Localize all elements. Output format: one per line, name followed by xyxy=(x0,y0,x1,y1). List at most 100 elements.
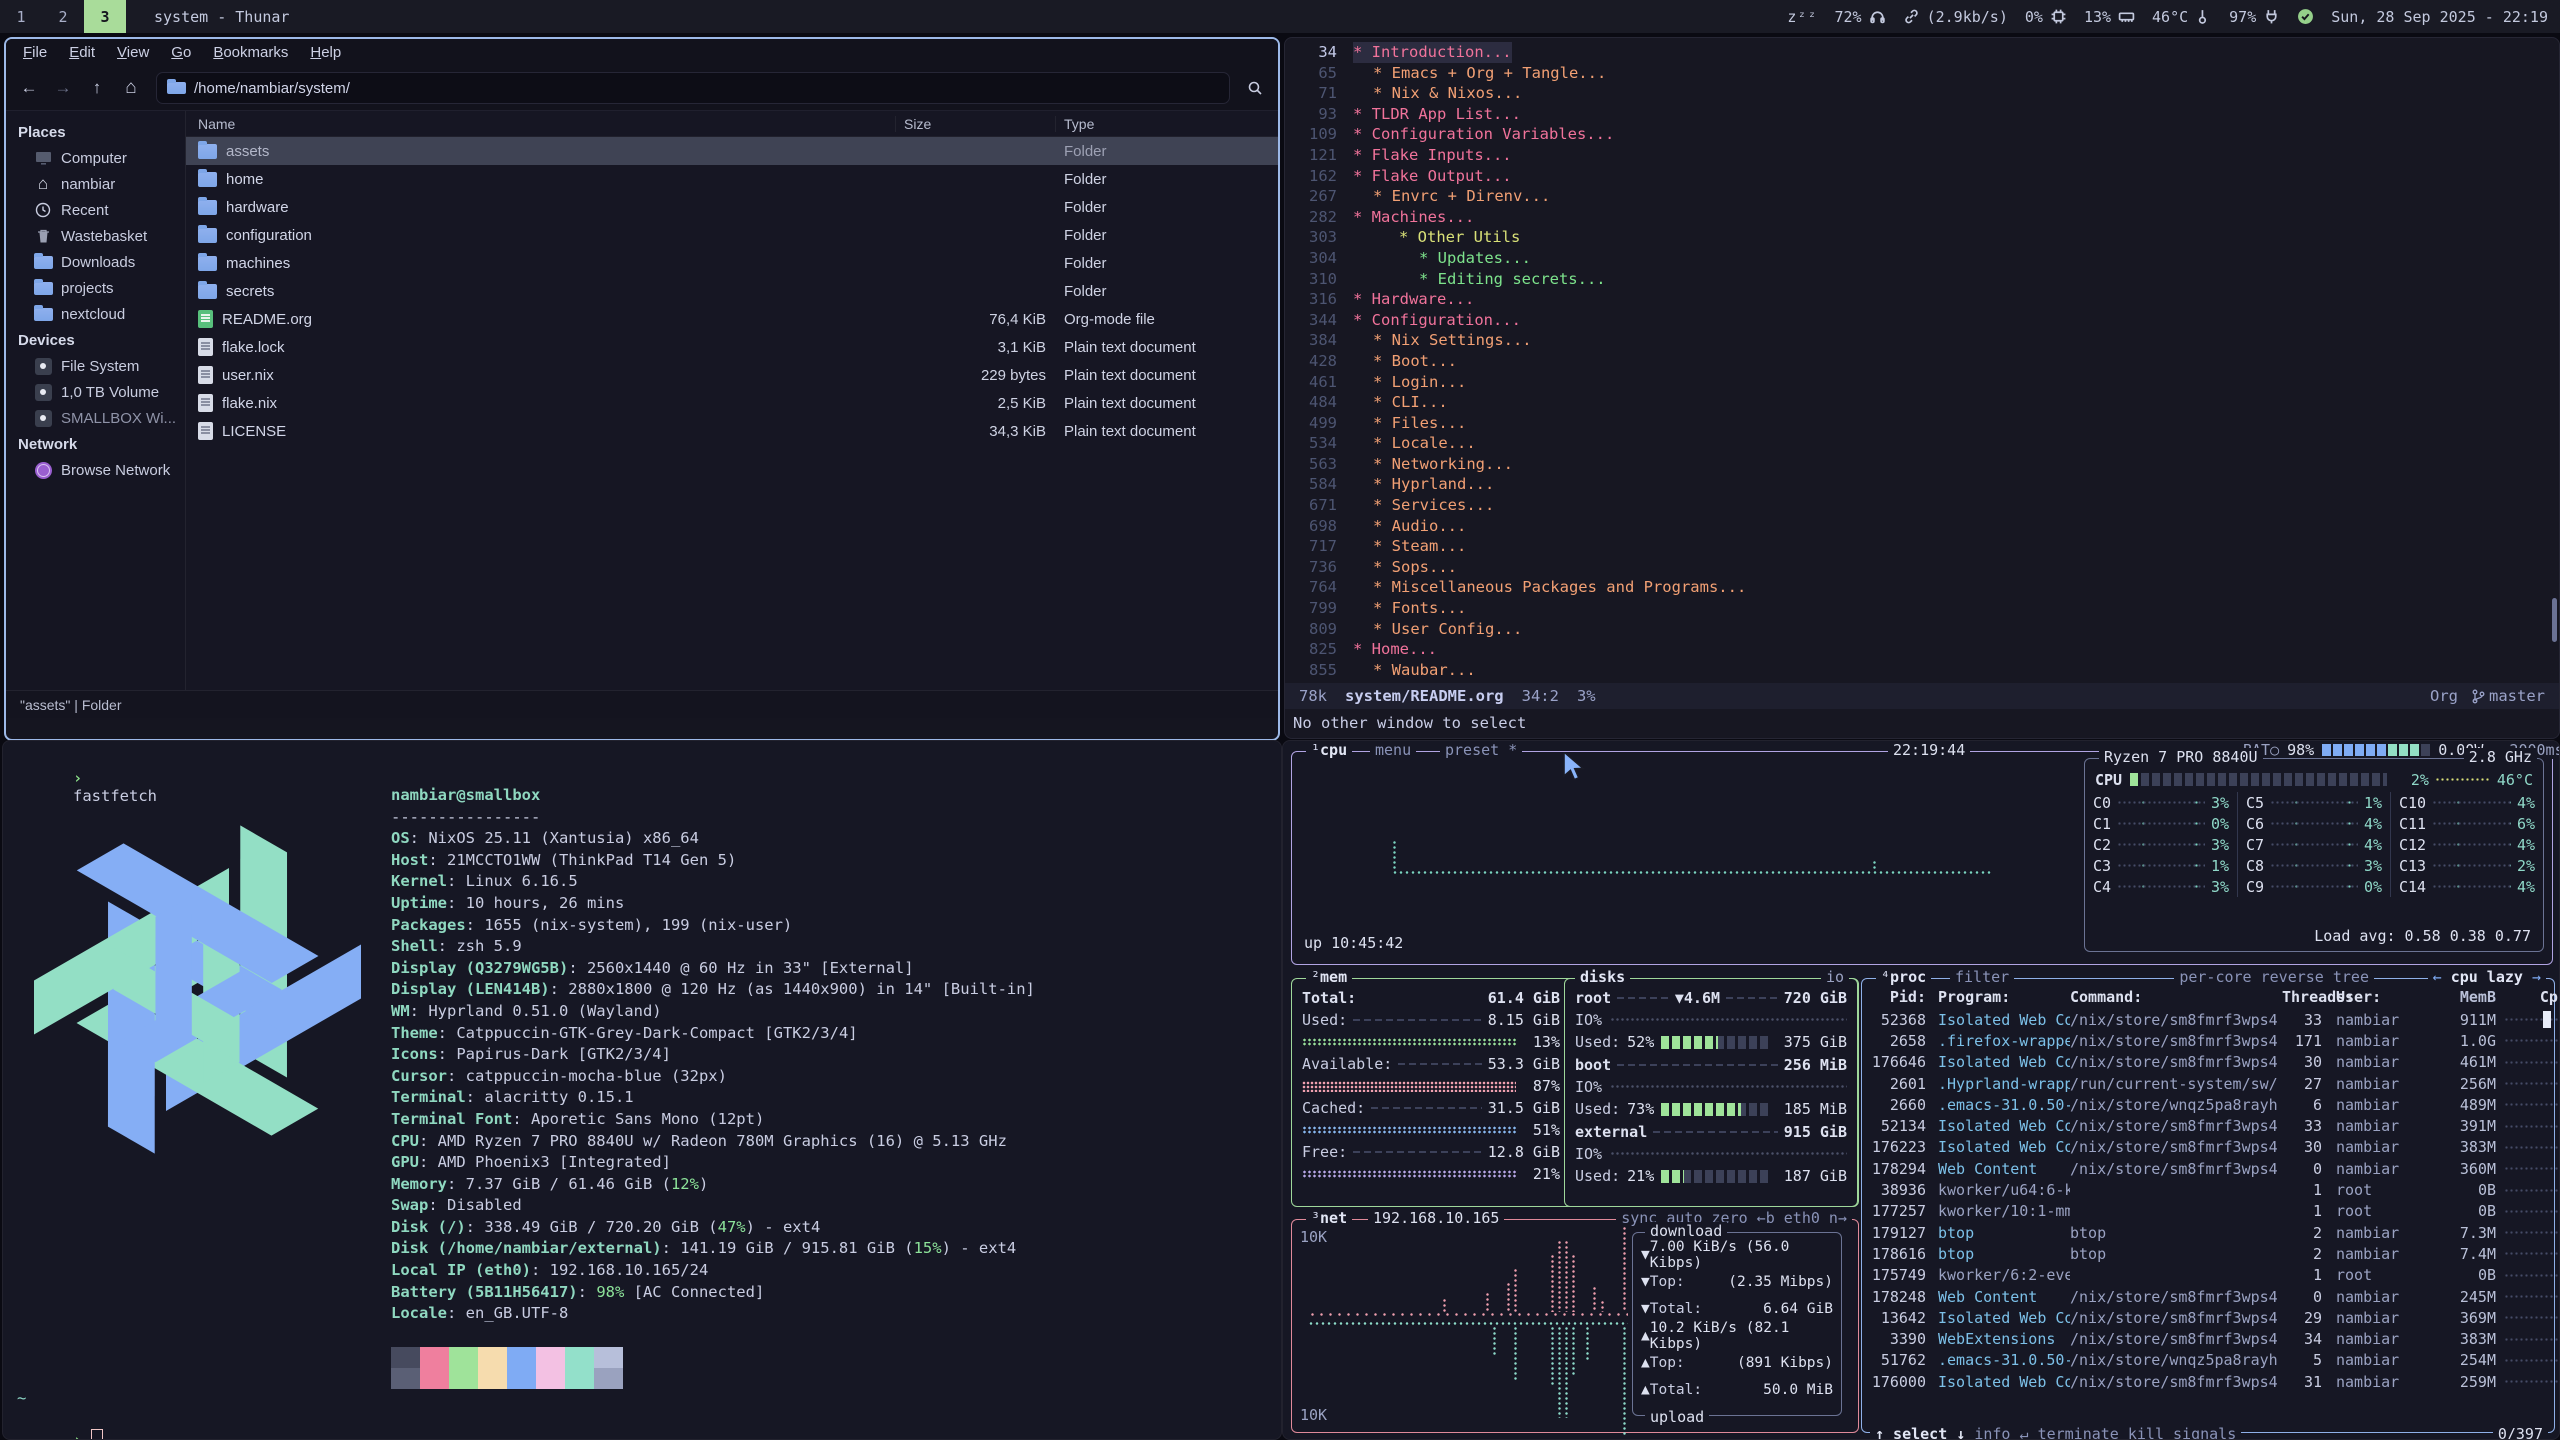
org-heading-line[interactable]: 736* Sops... xyxy=(1285,557,2551,578)
org-heading-line[interactable]: 855* Waubar... xyxy=(1285,660,2551,678)
proc-nav[interactable]: ← cpu lazy → xyxy=(2428,968,2546,986)
file-row[interactable]: LICENSE34,3 KiBPlain text document xyxy=(186,417,1278,445)
sidebar-item-nextcloud[interactable]: nextcloud xyxy=(6,301,185,327)
org-heading-line[interactable]: 717* Steam... xyxy=(1285,536,2551,557)
org-heading-line[interactable]: 34* Introduction... xyxy=(1285,42,2551,63)
file-row[interactable]: user.nix229 bytesPlain text document xyxy=(186,361,1278,389)
menu-edit[interactable]: Edit xyxy=(58,44,106,61)
workspace-3[interactable]: 3 xyxy=(84,0,126,33)
sidebar-item-browse-network[interactable]: Browse Network xyxy=(6,457,185,483)
org-heading-line[interactable]: 671* Services... xyxy=(1285,495,2551,516)
proc-row-3390[interactable]: 3390WebExtensions/nix/store/sm8fmrf3wps4… xyxy=(1862,1328,2554,1349)
proc-row-178616[interactable]: 178616btopbtop2nambiar7.4M0.0 xyxy=(1862,1243,2554,1264)
org-heading-line[interactable]: 316* Hardware... xyxy=(1285,289,2551,310)
workspace-1[interactable]: 1 xyxy=(0,0,42,33)
cpu-preset-button[interactable]: preset * xyxy=(1440,741,1522,759)
proc-row-52368[interactable]: 52368Isolated Web Co/nix/store/sm8fmrf3w… xyxy=(1862,1009,2554,1030)
proc-header-memb[interactable]: MemB xyxy=(2444,988,2496,1006)
file-row[interactable]: machinesFolder xyxy=(186,249,1278,277)
filelist-header[interactable]: NameSizeType xyxy=(186,111,1278,137)
proc-row-2658[interactable]: 2658.firefox-wrappe/nix/store/sm8fmrf3wp… xyxy=(1862,1030,2554,1051)
org-heading-line[interactable]: 71* Nix & Nixos... xyxy=(1285,83,2551,104)
sidebar-item-projects[interactable]: projects xyxy=(6,275,185,301)
org-heading-line[interactable]: 344* Configuration... xyxy=(1285,310,2551,331)
proc-filter-button[interactable]: filter xyxy=(1950,968,2014,986)
idle-inhibitor-icon[interactable]: zᶻᶻ xyxy=(1787,8,1817,26)
proc-header-command[interactable]: Command: xyxy=(2070,988,2282,1006)
proc-footer[interactable]: ↑ select ↓ info ↵ terminate kill signals xyxy=(1870,1425,2241,1440)
file-row[interactable]: assetsFolder xyxy=(186,137,1278,165)
org-heading-line[interactable]: 484* CLI... xyxy=(1285,392,2551,413)
column-header-name[interactable]: Name xyxy=(186,116,896,132)
sidebar-item-computer[interactable]: Computer xyxy=(6,145,185,171)
proc-row-178294[interactable]: 178294Web Content/nix/store/sm8fmrf3wps4… xyxy=(1862,1158,2554,1179)
menu-bookmarks[interactable]: Bookmarks xyxy=(202,44,299,61)
org-heading-line[interactable]: 584* Hyprland... xyxy=(1285,474,2551,495)
org-heading-line[interactable]: 698* Audio... xyxy=(1285,516,2551,537)
org-heading-line[interactable]: 799* Fonts... xyxy=(1285,598,2551,619)
proc-row-51762[interactable]: 51762.emacs-31.0.50-/nix/store/wnqz5pa8r… xyxy=(1862,1350,2554,1371)
proc-row-13642[interactable]: 13642Isolated Web Co/nix/store/sm8fmrf3w… xyxy=(1862,1307,2554,1328)
column-header-size[interactable]: Size xyxy=(896,116,1056,132)
org-buffer[interactable]: 34* Introduction...65* Emacs + Org + Tan… xyxy=(1285,42,2551,678)
proc-row-177257[interactable]: 177257kworker/10:1-mm_1root0B0.0 xyxy=(1862,1201,2554,1222)
proc-row-175749[interactable]: 175749kworker/6:2-even1root0B0.0 xyxy=(1862,1265,2554,1286)
proc-row-38936[interactable]: 38936kworker/u64:6-kc1root0B0.0 xyxy=(1862,1179,2554,1200)
org-heading-line[interactable]: 303* Other Utils xyxy=(1285,227,2551,248)
org-heading-line[interactable]: 563* Networking... xyxy=(1285,454,2551,475)
sidebar-item-file-system[interactable]: File System xyxy=(6,353,185,379)
org-heading-line[interactable]: 499* Files... xyxy=(1285,413,2551,434)
forward-button[interactable]: → xyxy=(48,73,78,103)
proc-row-176646[interactable]: 176646Isolated Web Co/nix/store/sm8fmrf3… xyxy=(1862,1052,2554,1073)
up-button[interactable]: ↑ xyxy=(82,73,112,103)
org-heading-line[interactable]: 121* Flake Inputs... xyxy=(1285,145,2551,166)
org-heading-line[interactable]: 304* Updates... xyxy=(1285,248,2551,269)
menu-go[interactable]: Go xyxy=(160,44,202,61)
proc-scrollbar-thumb[interactable] xyxy=(2543,1011,2551,1028)
file-row[interactable]: hardwareFolder xyxy=(186,193,1278,221)
emacs-scrollbar[interactable] xyxy=(2552,598,2557,642)
org-heading-line[interactable]: 384* Nix Settings... xyxy=(1285,330,2551,351)
column-header-type[interactable]: Type xyxy=(1056,116,1278,132)
back-button[interactable]: ← xyxy=(14,73,44,103)
org-heading-line[interactable]: 428* Boot... xyxy=(1285,351,2551,372)
sidebar-item-1-0-tb-volume[interactable]: 1,0 TB Volume xyxy=(6,379,185,405)
org-heading-line[interactable]: 93* TLDR App List... xyxy=(1285,104,2551,125)
proc-header-user[interactable]: User: xyxy=(2336,988,2444,1006)
org-heading-line[interactable]: 764* Miscellaneous Packages and Programs… xyxy=(1285,577,2551,598)
org-heading-line[interactable]: 310* Editing secrets... xyxy=(1285,269,2551,290)
org-heading-line[interactable]: 109* Configuration Variables... xyxy=(1285,124,2551,145)
org-heading-line[interactable]: 825* Home... xyxy=(1285,639,2551,660)
path-bar[interactable]: /home/nambiar/system/ xyxy=(156,72,1230,104)
org-heading-line[interactable]: 809* User Config... xyxy=(1285,619,2551,640)
proc-header-threads[interactable]: Threads: xyxy=(2282,988,2322,1006)
cpu-menu-button[interactable]: menu xyxy=(1370,741,1416,759)
proc-option-buttons[interactable]: per-core reverse tree xyxy=(2174,968,2374,986)
file-row[interactable]: homeFolder xyxy=(186,165,1278,193)
proc-row-2660[interactable]: 2660.emacs-31.0.50-/nix/store/wnqz5pa8ra… xyxy=(1862,1094,2554,1115)
sidebar-item-nambiar[interactable]: ⌂nambiar xyxy=(6,171,185,197)
file-row[interactable]: flake.lock3,1 KiBPlain text document xyxy=(186,333,1278,361)
proc-row-176000[interactable]: 176000Isolated Web Co/nix/store/sm8fmrf3… xyxy=(1862,1371,2554,1392)
org-heading-line[interactable]: 534* Locale... xyxy=(1285,433,2551,454)
proc-header-program[interactable]: Program: xyxy=(1938,988,2070,1006)
menu-help[interactable]: Help xyxy=(299,44,352,61)
proc-header-cpu[interactable]: Cpu% ↑ xyxy=(2496,988,2560,1006)
sidebar-item-downloads[interactable]: Downloads xyxy=(6,249,185,275)
proc-row-179127[interactable]: 179127btopbtop2nambiar7.3M0.0 xyxy=(1862,1222,2554,1243)
file-row[interactable]: flake.nix2,5 KiBPlain text document xyxy=(186,389,1278,417)
file-row[interactable]: README.org76,4 KiBOrg-mode file xyxy=(186,305,1278,333)
org-heading-line[interactable]: 162* Flake Output... xyxy=(1285,166,2551,187)
terminal-fastfetch[interactable]: › fastfetch nambiar@smallbox------------… xyxy=(2,740,1282,1440)
org-heading-line[interactable]: 267* Envrc + Direnv... xyxy=(1285,186,2551,207)
org-heading-line[interactable]: 282* Machines... xyxy=(1285,207,2551,228)
file-row[interactable]: configurationFolder xyxy=(186,221,1278,249)
proc-header-pid[interactable]: Pid: xyxy=(1862,988,1926,1006)
org-heading-line[interactable]: 461* Login... xyxy=(1285,372,2551,393)
org-heading-line[interactable]: 65* Emacs + Org + Tangle... xyxy=(1285,63,2551,84)
sidebar-item-smallbox-wi-[interactable]: SMALLBOX Wi... xyxy=(6,405,185,431)
sidebar-item-recent[interactable]: Recent xyxy=(6,197,185,223)
file-row[interactable]: secretsFolder xyxy=(186,277,1278,305)
proc-row-178248[interactable]: 178248Web Content/nix/store/sm8fmrf3wps4… xyxy=(1862,1286,2554,1307)
menu-file[interactable]: File xyxy=(12,44,58,61)
